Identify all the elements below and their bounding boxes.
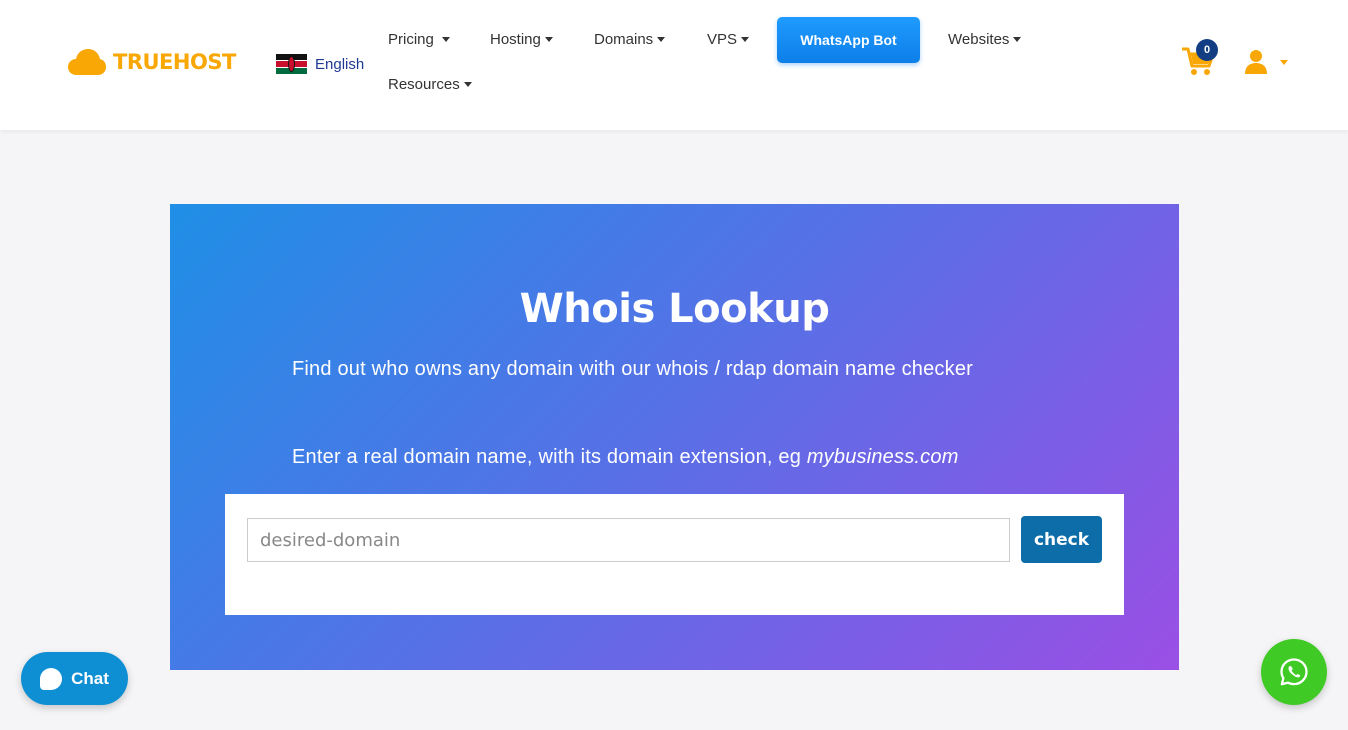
hero-description: Find out who owns any domain with our wh… <box>292 358 974 380</box>
language-label: English <box>315 55 365 73</box>
chevron-down-icon <box>1013 37 1022 42</box>
nav-domains-label: Domains <box>594 31 654 48</box>
chevron-down-icon <box>441 37 450 42</box>
search-card: check <box>225 494 1124 615</box>
hero-hint-example: mybusiness.com <box>806 446 959 468</box>
cart-count-badge: 0 <box>1196 39 1218 61</box>
hero-hint-text: Enter a real domain name, with its domai… <box>292 446 807 468</box>
nav-domains[interactable]: Domains <box>594 31 666 48</box>
cloud-logo-icon <box>68 49 106 75</box>
chat-bubble-icon <box>40 667 63 690</box>
domain-search-input[interactable] <box>247 518 1010 562</box>
whois-hero: Whois Lookup Find out who owns any domai… <box>170 204 1179 670</box>
chevron-down-icon[interactable] <box>1280 60 1288 65</box>
truehost-logo[interactable]: TRUEHOST <box>67 48 236 76</box>
logo-text: TRUEHOST <box>113 50 236 74</box>
nav-pricing-label: Pricing <box>388 31 434 48</box>
user-icon[interactable] <box>1244 49 1268 75</box>
nav-resources[interactable]: Resources <box>388 76 472 93</box>
whatsapp-bot-button[interactable]: WhatsApp Bot <box>777 17 920 63</box>
chat-button[interactable]: Chat <box>21 652 128 705</box>
whatsapp-fab[interactable] <box>1261 639 1327 705</box>
language-selector[interactable]: English <box>276 54 364 74</box>
nav-resources-label: Resources <box>388 76 460 93</box>
nav-vps[interactable]: VPS <box>707 31 750 48</box>
nav-pricing[interactable]: Pricing <box>388 31 450 48</box>
nav-websites[interactable]: Websites <box>948 31 1022 48</box>
nav-hosting[interactable]: Hosting <box>490 31 553 48</box>
check-button[interactable]: check <box>1021 516 1102 563</box>
chevron-down-icon <box>741 37 750 42</box>
nav-websites-label: Websites <box>948 31 1010 48</box>
chevron-down-icon <box>544 37 553 42</box>
chat-label: Chat <box>71 668 109 688</box>
chevron-down-icon <box>657 37 666 42</box>
page-title: Whois Lookup <box>519 286 830 332</box>
site-header: TRUEHOST English Pricing Hosting Domains… <box>0 0 1348 130</box>
hero-hint: Enter a real domain name, with its domai… <box>292 442 1092 472</box>
kenya-flag-icon <box>276 54 307 74</box>
nav-hosting-label: Hosting <box>490 31 541 48</box>
nav-vps-label: VPS <box>707 31 738 48</box>
whatsapp-icon <box>1280 658 1308 686</box>
chevron-down-icon <box>463 82 472 87</box>
